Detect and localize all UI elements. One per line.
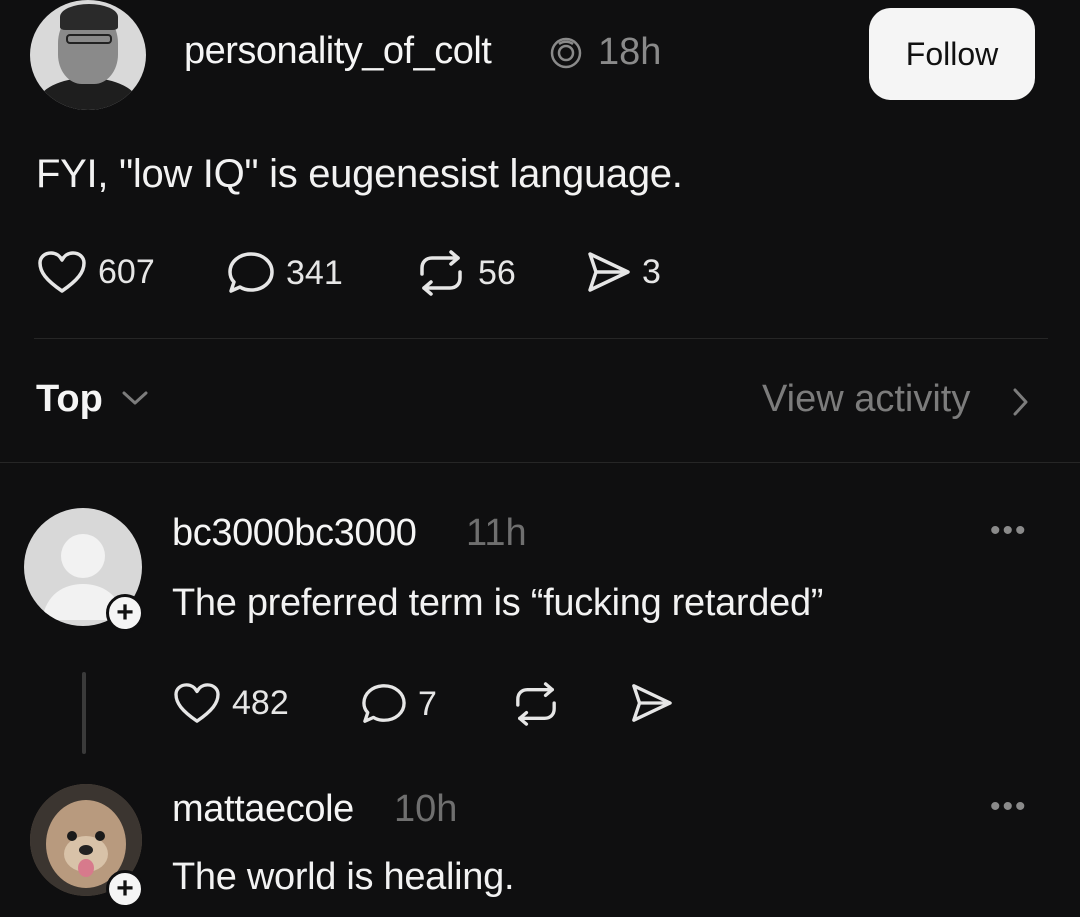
reply-share-action[interactable] — [628, 682, 674, 724]
thread-line — [82, 672, 86, 754]
reply-like-action[interactable]: 482 — [172, 682, 289, 724]
comment-count: 341 — [286, 253, 343, 292]
repost-icon — [420, 250, 462, 296]
reply-like-count: 482 — [232, 683, 289, 722]
share-icon — [588, 252, 630, 292]
repost-count: 56 — [478, 253, 516, 292]
plus-glyph: + — [116, 872, 134, 905]
threads-post-screen: personality_of_colt 18h Follow FYI, "low… — [0, 0, 1080, 917]
follow-button[interactable]: Follow — [869, 8, 1035, 100]
reply-text: The world is healing. — [172, 856, 515, 898]
comment-action[interactable]: 341 — [226, 250, 343, 296]
reply-comment-action[interactable]: 7 — [360, 682, 437, 726]
reply-username[interactable]: bc3000bc3000 — [172, 512, 417, 555]
divider — [34, 338, 1048, 339]
share-icon — [632, 684, 672, 722]
reply-comment-count: 7 — [418, 684, 437, 723]
post-time: 18h — [598, 31, 662, 73]
more-icon[interactable]: ••• — [990, 790, 1028, 824]
chevron-down-icon[interactable] — [120, 388, 150, 408]
comment-icon — [362, 684, 406, 723]
author-username[interactable]: personality_of_colt — [184, 30, 492, 73]
share-action[interactable]: 3 — [584, 250, 661, 294]
follow-plus-badge[interactable]: + — [106, 870, 144, 908]
reply-username[interactable]: mattaecole — [172, 788, 354, 831]
share-count: 3 — [642, 252, 661, 291]
avatar-hair — [60, 4, 118, 30]
like-count: 607 — [98, 252, 155, 291]
repost-icon — [516, 682, 556, 726]
more-icon[interactable]: ••• — [990, 514, 1028, 548]
post-text: FYI, "low IQ" is eugenesist language. — [36, 152, 683, 196]
divider — [0, 462, 1080, 463]
reply-repost-action[interactable] — [510, 682, 562, 726]
threads-verified-icon — [550, 37, 582, 69]
reply-time: 10h — [394, 788, 458, 830]
reply-time: 11h — [466, 512, 527, 554]
repost-action[interactable]: 56 — [414, 250, 516, 296]
follow-plus-badge[interactable]: + — [106, 594, 144, 632]
sort-dropdown-label[interactable]: Top — [36, 378, 103, 421]
reply-text: The preferred term is “fucking retarded” — [172, 582, 824, 624]
avatar-glasses — [66, 34, 112, 44]
plus-glyph: + — [116, 596, 134, 629]
like-action[interactable]: 607 — [36, 250, 155, 294]
heart-icon — [174, 683, 220, 723]
comment-icon — [228, 252, 274, 293]
heart-icon — [38, 251, 86, 293]
view-activity-link[interactable]: View activity — [762, 378, 970, 421]
author-avatar[interactable] — [30, 0, 146, 110]
chevron-right-icon[interactable] — [1010, 386, 1030, 418]
